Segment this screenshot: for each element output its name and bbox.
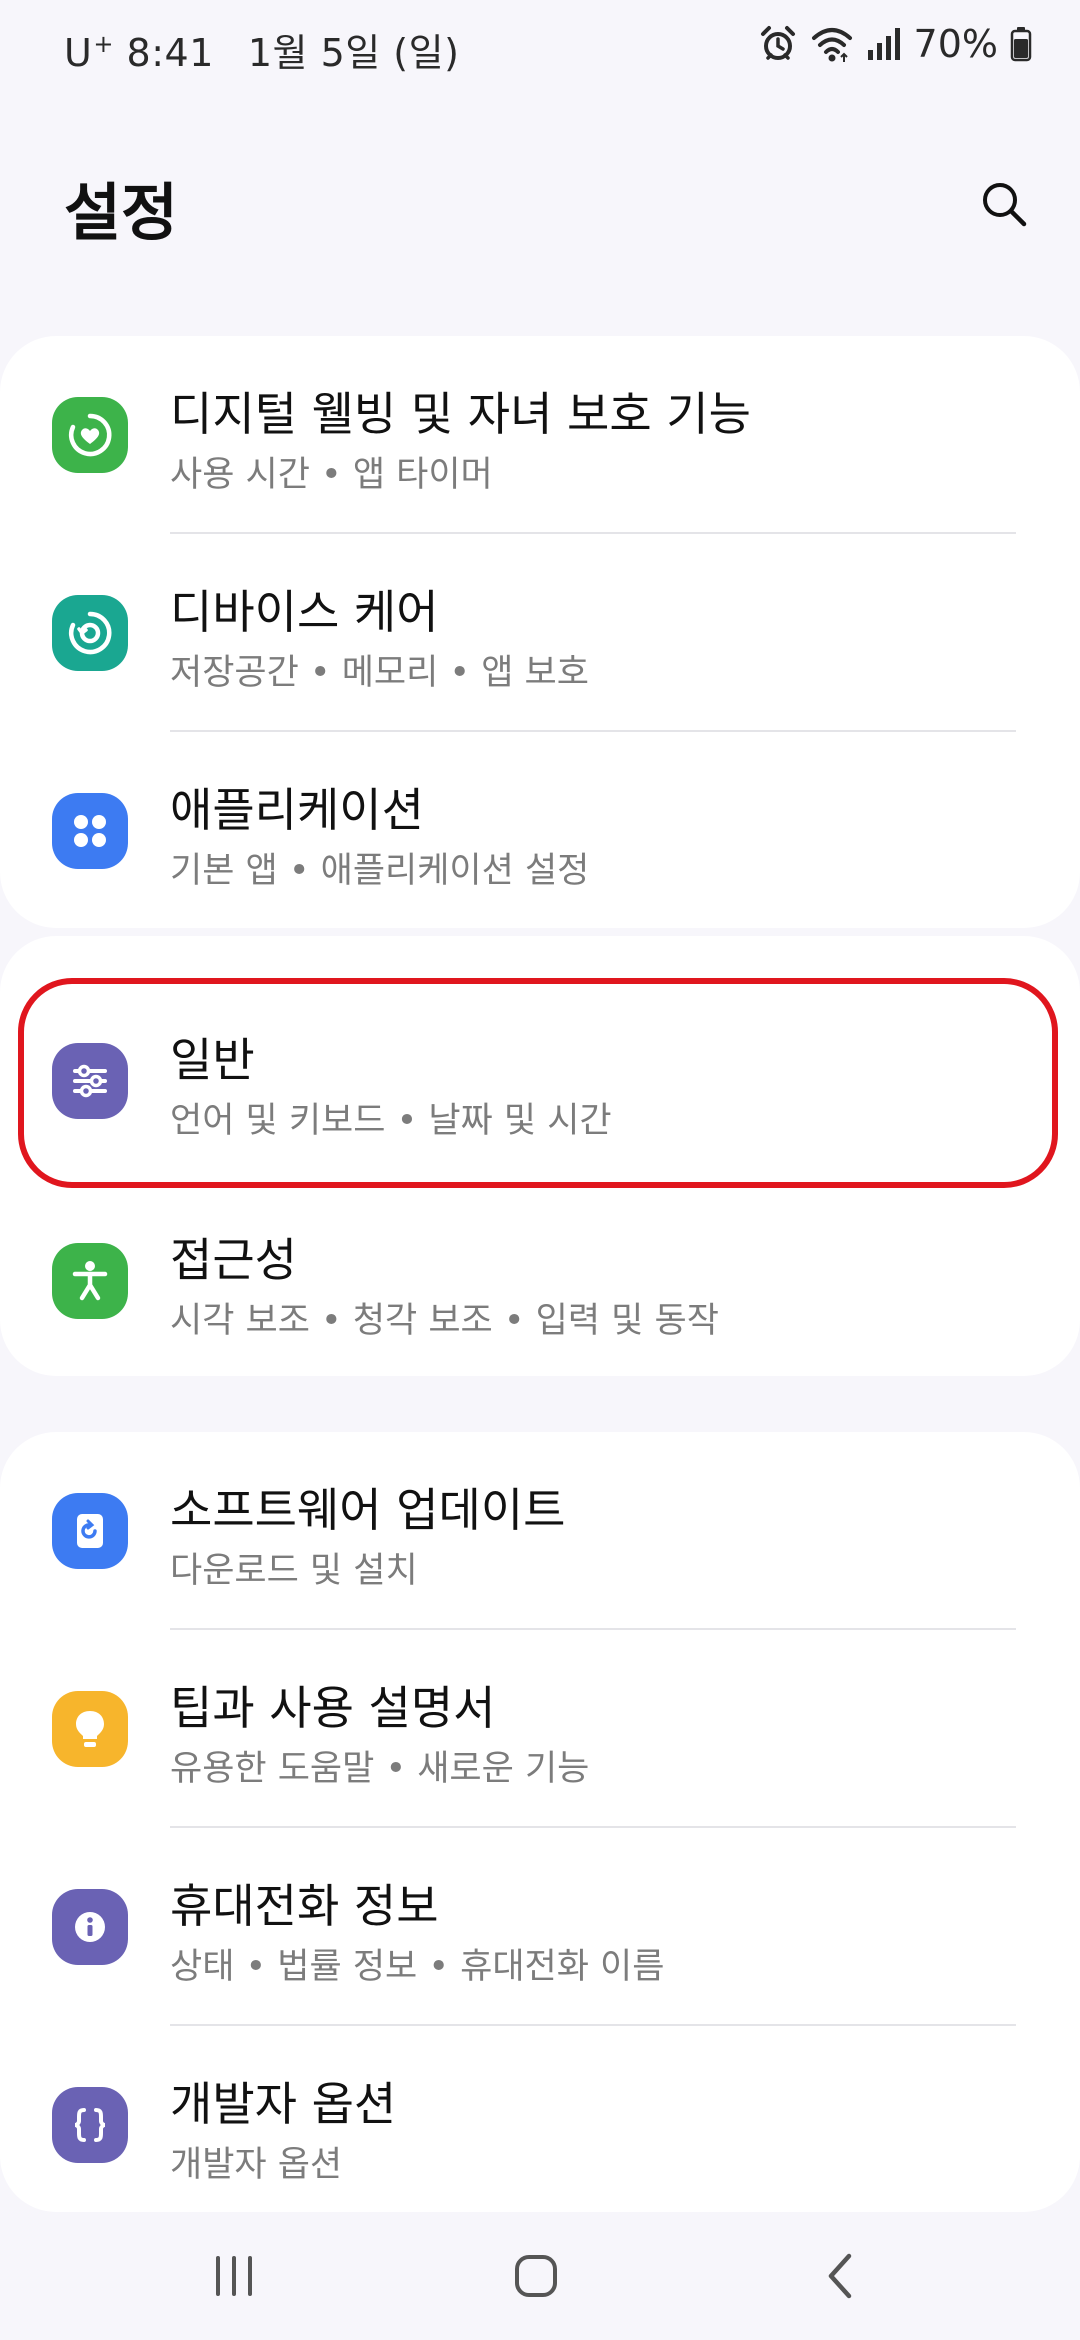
settings-item-tips[interactable]: 팁과 사용 설명서 유용한 도움말 • 새로운 기능 — [0, 1630, 1080, 1828]
settings-item-software-update[interactable]: 소프트웨어 업데이트 다운로드 및 설치 — [0, 1432, 1080, 1630]
home-button[interactable] — [476, 2228, 596, 2324]
item-subtitle: 다운로드 및 설치 — [170, 1551, 418, 1591]
device-care-icon — [52, 595, 128, 671]
tips-icon — [52, 1691, 128, 1767]
digital-wellbeing-icon — [52, 397, 128, 473]
item-title: 휴대전화 정보 — [170, 1879, 439, 1933]
item-title: 애플리케이션 — [170, 783, 424, 837]
home-icon — [515, 2255, 557, 2297]
item-title: 일반 — [170, 1033, 255, 1087]
settings-group-3: 소프트웨어 업데이트 다운로드 및 설치 팁과 사용 설명서 유용한 도움말 •… — [0, 1432, 1080, 2212]
item-subtitle: 저장공간 • 메모리 • 앱 보호 — [170, 653, 589, 693]
alarm-icon — [758, 24, 798, 64]
settings-group-2: 일반 언어 및 키보드 • 날짜 및 시간 접근성 시각 보조 • 청각 보조 … — [0, 936, 1080, 1376]
settings-item-phone-info[interactable]: 휴대전화 정보 상태 • 법률 정보 • 휴대전화 이름 — [0, 1828, 1080, 2026]
settings-item-accessibility[interactable]: 접근성 시각 보조 • 청각 보조 • 입력 및 동작 — [0, 1182, 1080, 1380]
back-button[interactable] — [780, 2228, 900, 2324]
wifi-icon — [810, 24, 854, 64]
navigation-bar — [0, 2212, 1080, 2340]
item-title: 디바이스 케어 — [170, 585, 439, 639]
status-date: 1월 5일 (일) — [247, 31, 460, 75]
carrier-label: U+ — [64, 30, 114, 75]
item-subtitle: 유용한 도움말 • 새로운 기능 — [170, 1749, 590, 1789]
item-subtitle: 개발자 옵션 — [170, 2145, 343, 2185]
back-icon — [828, 2253, 852, 2299]
status-left: U+ 8:41 1월 5일 (일) — [64, 22, 459, 77]
search-icon — [983, 183, 1027, 227]
recents-button[interactable] — [174, 2228, 294, 2324]
header: 설정 — [0, 150, 1080, 260]
item-title: 팁과 사용 설명서 — [170, 1681, 496, 1735]
item-subtitle: 기본 앱 • 애플리케이션 설정 — [170, 851, 590, 891]
item-title: 소프트웨어 업데이트 — [170, 1483, 566, 1537]
status-time: 8:41 — [126, 31, 214, 75]
status-right: 70% — [758, 22, 1032, 66]
page-title: 설정 — [64, 176, 179, 249]
settings-group-1: 디지털 웰빙 및 자녀 보호 기능 사용 시간 • 앱 타이머 디바이스 케어 … — [0, 336, 1080, 928]
item-subtitle: 시각 보조 • 청각 보조 • 입력 및 동작 — [170, 1301, 719, 1341]
settings-item-developer-options[interactable]: 개발자 옵션 개발자 옵션 — [0, 2026, 1080, 2224]
battery-icon — [1010, 26, 1032, 62]
apps-icon — [52, 793, 128, 869]
item-title: 접근성 — [170, 1233, 297, 1287]
settings-item-digital-wellbeing[interactable]: 디지털 웰빙 및 자녀 보호 기능 사용 시간 • 앱 타이머 — [0, 336, 1080, 534]
item-subtitle: 사용 시간 • 앱 타이머 — [170, 455, 493, 495]
item-subtitle: 언어 및 키보드 • 날짜 및 시간 — [170, 1101, 612, 1141]
developer-options-icon — [52, 2087, 128, 2163]
battery-percent: 70% — [913, 22, 998, 66]
search-button[interactable] — [964, 164, 1044, 244]
item-subtitle: 상태 • 법률 정보 • 휴대전화 이름 — [170, 1947, 665, 1987]
item-title: 개발자 옵션 — [170, 2077, 397, 2131]
settings-item-general[interactable]: 일반 언어 및 키보드 • 날짜 및 시간 — [0, 982, 1080, 1180]
accessibility-icon — [52, 1243, 128, 1319]
signal-icon — [866, 26, 902, 62]
info-icon — [52, 1889, 128, 1965]
recents-icon — [216, 2256, 252, 2296]
general-management-icon — [52, 1043, 128, 1119]
status-bar: U+ 8:41 1월 5일 (일) 70% — [0, 0, 1080, 96]
settings-item-device-care[interactable]: 디바이스 케어 저장공간 • 메모리 • 앱 보호 — [0, 534, 1080, 732]
software-update-icon — [52, 1493, 128, 1569]
item-title: 디지털 웰빙 및 자녀 보호 기능 — [170, 387, 751, 441]
settings-item-apps[interactable]: 애플리케이션 기본 앱 • 애플리케이션 설정 — [0, 732, 1080, 930]
